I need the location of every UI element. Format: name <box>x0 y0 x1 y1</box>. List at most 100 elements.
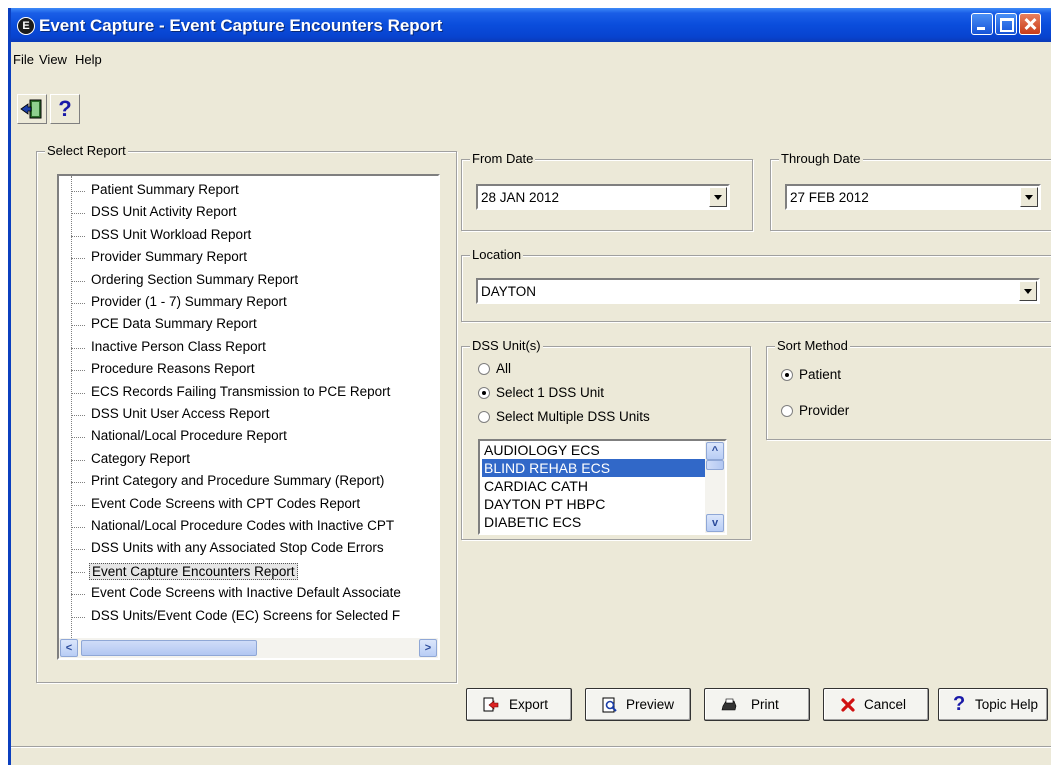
report-tree-item-label: Provider (1 - 7) Summary Report <box>91 294 287 309</box>
report-tree-item-label: PCE Data Summary Report <box>91 316 257 332</box>
dss-unit-listbox[interactable]: DIABETIC ECS DAYTON PT HBPC CARDIAC CATH BL… <box>478 439 727 535</box>
scroll-up-icon[interactable]: ^ <box>706 442 724 460</box>
report-tree-item[interactable]: National/Local Procedure Codes with Inac… <box>59 516 419 538</box>
cancel-button[interactable]: Cancel <box>823 688 929 721</box>
report-tree-item[interactable]: Provider (1 - 7) Summary Report <box>59 292 419 314</box>
tree-connector <box>71 594 85 596</box>
from-date-combo[interactable]: 28 JAN 2012 <box>476 184 730 210</box>
tree-connector <box>71 616 85 618</box>
topic-help-button[interactable]: ? Topic Help <box>938 688 1048 721</box>
menu-file[interactable]: File <box>13 52 34 67</box>
report-tree-item[interactable]: DSS Units with any Associated Stop Code … <box>59 538 419 560</box>
maximize-button[interactable] <box>995 13 1017 35</box>
report-tree-item-label: Event Code Screens with CPT Codes Report <box>91 495 361 511</box>
report-tree-item-label: National/Local Procedure Codes with Inac… <box>91 518 395 533</box>
export-label: Export <box>509 697 549 712</box>
select-report-group: Select Report < > Patient Summary Report… <box>36 143 457 683</box>
location-combo[interactable]: DAYTON <box>476 278 1040 304</box>
radio-select-multiple-button[interactable] <box>478 411 490 423</box>
title-bar[interactable]: E Event Capture - Event Capture Encounte… <box>11 8 1051 42</box>
exit-door-icon <box>20 99 42 119</box>
report-tree-item[interactable]: Ordering Section Summary Report <box>59 270 419 292</box>
report-tree-item[interactable]: Event Code Screens with Inactive Default… <box>59 583 419 605</box>
tree-connector <box>71 213 85 215</box>
tree-connector <box>71 235 85 237</box>
report-tree-item[interactable]: PCE Data Summary Report <box>59 314 419 336</box>
report-tree[interactable]: < > Patient Summary Report DSS Unit Activ… <box>57 174 440 660</box>
radio-provider-button[interactable] <box>781 405 793 417</box>
scroll-down-icon[interactable]: v <box>706 514 724 532</box>
tree-connector <box>71 392 85 394</box>
report-tree-item[interactable]: Event Code Screens with CPT Codes Report <box>59 494 419 516</box>
scroll-thumb[interactable] <box>81 640 257 656</box>
radio-select-one-label: Select 1 DSS Unit <box>496 385 605 400</box>
report-tree-item-label: Patient Summary Report <box>91 182 239 197</box>
through-date-combo[interactable]: 27 FEB 2012 <box>785 184 1041 210</box>
tree-connector <box>71 549 85 551</box>
preview-button[interactable]: Preview <box>585 688 691 721</box>
tree-connector <box>71 325 85 327</box>
print-label: Print <box>751 697 779 712</box>
app-icon: E <box>17 17 35 35</box>
chevron-down-icon[interactable] <box>709 187 727 207</box>
report-tree-item-label: Print Category and Procedure Summary (Re… <box>91 473 385 489</box>
tree-connector <box>71 370 85 372</box>
export-icon <box>483 697 499 712</box>
vertical-scrollbar[interactable]: ^ v <box>705 441 725 533</box>
exit-button[interactable] <box>17 94 47 124</box>
dss-units-group: DSS Unit(s) All Select 1 DSS Unit Select… <box>461 338 751 540</box>
print-button[interactable]: Print <box>704 688 810 721</box>
dss-unit-list-item[interactable]: CARDIAC CATH <box>482 477 706 495</box>
scroll-thumb[interactable] <box>706 460 724 470</box>
report-tree-item[interactable]: DSS Unit Activity Report <box>59 202 419 224</box>
menu-view[interactable]: View <box>39 52 67 67</box>
radio-all-button[interactable] <box>478 363 490 375</box>
chevron-down-icon[interactable] <box>1020 187 1038 207</box>
report-tree-item[interactable]: Inactive Person Class Report <box>59 337 419 359</box>
scroll-right-icon[interactable]: > <box>419 639 437 657</box>
tree-connector <box>71 527 85 528</box>
topic-help-label: Topic Help <box>975 697 1039 712</box>
app-window: E Event Capture - Event Capture Encounte… <box>8 8 1051 765</box>
tree-connector <box>71 415 85 416</box>
report-tree-item[interactable]: Event Capture Encounters Report <box>59 561 419 583</box>
report-tree-item[interactable]: Provider Summary Report <box>59 247 419 269</box>
report-tree-item[interactable]: Print Category and Procedure Summary (Re… <box>59 471 419 493</box>
tree-connector <box>71 571 85 573</box>
report-tree-item-label: Category Report <box>91 450 191 466</box>
chevron-down-icon[interactable] <box>1019 281 1037 301</box>
through-date-label: Through Date <box>779 151 863 166</box>
report-tree-item-label: DSS Unit User Access Report <box>91 406 270 421</box>
menu-help[interactable]: Help <box>75 52 102 67</box>
dss-unit-list-item[interactable]: BLIND REHAB ECS <box>482 459 706 477</box>
radio-select-one-button[interactable] <box>478 387 490 399</box>
report-tree-item[interactable]: ECS Records Failing Transmission to PCE … <box>59 382 419 404</box>
help-button[interactable]: ? <box>50 94 80 124</box>
radio-patient-label: Patient <box>799 367 842 382</box>
radio-all-label: All <box>496 361 512 376</box>
minimize-button[interactable] <box>971 13 993 35</box>
through-date-value: 27 FEB 2012 <box>790 190 869 205</box>
report-tree-item-label: Procedure Reasons Report <box>91 361 255 377</box>
report-tree-item[interactable]: Procedure Reasons Report <box>59 359 419 381</box>
report-tree-item[interactable]: DSS Unit User Access Report <box>59 404 419 426</box>
dss-unit-list-item[interactable]: DAYTON PT HBPC <box>482 495 706 513</box>
sort-method-label: Sort Method <box>775 338 850 353</box>
report-tree-item[interactable]: Patient Summary Report <box>59 180 419 202</box>
radio-patient-button[interactable] <box>781 369 793 381</box>
select-report-label: Select Report <box>45 143 128 158</box>
report-tree-item[interactable]: DSS Units/Event Code (EC) Screens for Se… <box>59 606 419 628</box>
report-tree-item[interactable]: DSS Unit Workload Report <box>59 225 419 247</box>
report-tree-item[interactable]: Category Report <box>59 449 419 471</box>
close-window-button[interactable] <box>1019 13 1041 35</box>
dss-unit-list-item[interactable]: AUDIOLOGY ECS <box>482 441 706 459</box>
scroll-left-icon[interactable]: < <box>60 639 78 657</box>
dss-unit-list-item[interactable]: DIABETIC ECS <box>482 513 706 531</box>
radio-provider-label: Provider <box>799 403 850 418</box>
report-tree-item[interactable]: National/Local Procedure Report <box>59 426 419 448</box>
report-tree-item-label: Provider Summary Report <box>91 249 248 265</box>
export-button[interactable]: Export <box>466 688 572 721</box>
through-date-group: Through Date 27 FEB 2012 <box>770 151 1051 231</box>
horizontal-scrollbar[interactable]: < > <box>59 638 438 658</box>
from-date-value: 28 JAN 2012 <box>481 190 560 205</box>
